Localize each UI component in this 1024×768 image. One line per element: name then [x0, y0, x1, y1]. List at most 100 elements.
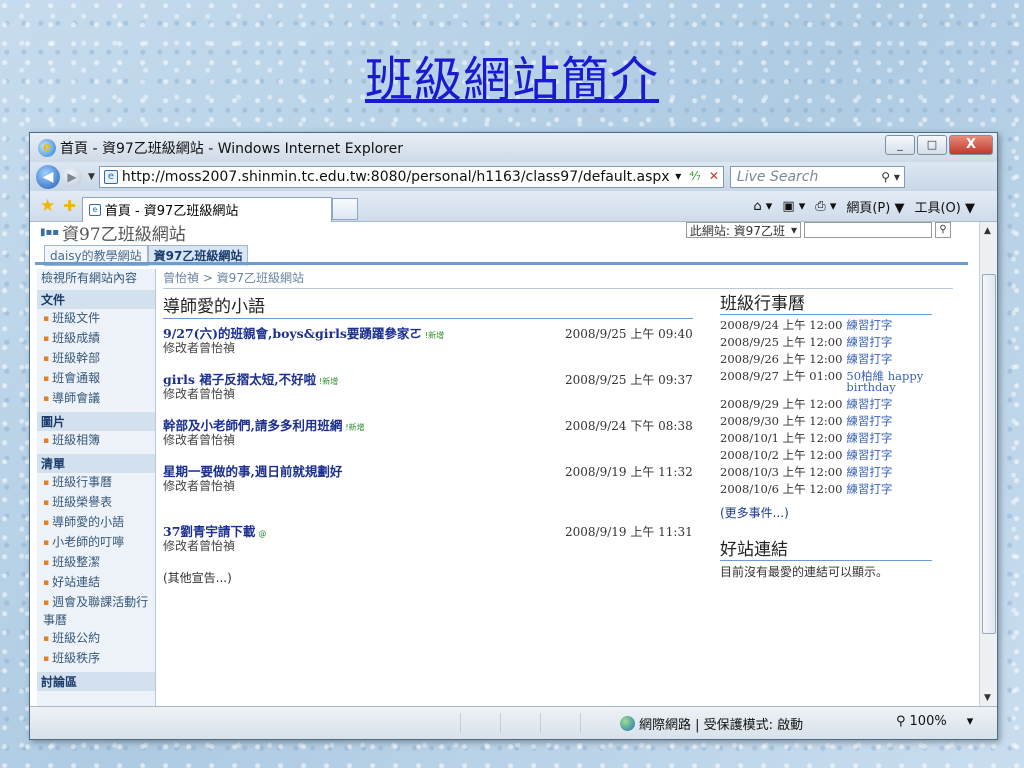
- announcement-item: 37劉青宇請下載 @ 修改者曾怡禎 2008/9/19 上午 11:31: [163, 521, 703, 563]
- status-divider: [460, 713, 461, 733]
- favorites-star-icon[interactable]: ★: [40, 196, 55, 216]
- announcement-modified: 修改者曾怡禎: [163, 387, 236, 401]
- nav-item[interactable]: 班級相簿: [37, 431, 155, 451]
- home-icon[interactable]: ⌂ ▾: [753, 199, 772, 214]
- event-name[interactable]: 練習打字: [846, 396, 892, 413]
- event-name[interactable]: 練習打字: [846, 351, 892, 368]
- nav-item[interactable]: 導師會議: [37, 389, 155, 409]
- security-zone[interactable]: 網際網路 | 受保護模式: 啟動: [620, 714, 803, 733]
- announcement-title[interactable]: 9/27(六)的班親會,boys&girls要踴躍參家ㄛ: [163, 326, 422, 341]
- nav-header-pics[interactable]: 圖片: [37, 412, 155, 431]
- add-favorites-icon[interactable]: ✚: [63, 197, 76, 215]
- announcement-modified: 修改者曾怡禎: [163, 539, 236, 553]
- event-name[interactable]: 練習打字: [846, 464, 892, 481]
- stop-icon[interactable]: ✕: [709, 169, 719, 183]
- history-dropdown-icon[interactable]: ▼: [88, 172, 95, 182]
- nav-header-discussion[interactable]: 討論區: [37, 672, 155, 691]
- live-search-input[interactable]: Live Search ⚲ ▾: [729, 165, 905, 188]
- calendar-event: 2008/9/26 上午 12:00 練習打字: [720, 351, 955, 368]
- event-name[interactable]: 練習打字: [846, 334, 892, 351]
- announcement-date: 2008/9/19 上午 11:32: [565, 465, 693, 479]
- announcement-item: 星期一要做的事,週日前就規劃好 修改者曾怡禎 2008/9/19 上午 11:3…: [163, 461, 703, 517]
- event-name[interactable]: 練習打字: [846, 447, 892, 464]
- announcement-title[interactable]: girls 裙子反摺太短,不好啦: [163, 372, 316, 387]
- page-menu[interactable]: 網頁(P) ▼: [846, 197, 904, 216]
- event-date: 2008/10/2 上午 12:00: [720, 448, 843, 462]
- event-name[interactable]: 練習打字: [846, 413, 892, 430]
- announcement-title[interactable]: 幹部及小老師們,請多多利用班網: [163, 418, 342, 433]
- forward-button[interactable]: ▶: [62, 166, 82, 187]
- nav-item[interactable]: 小老師的叮嚀: [37, 533, 155, 553]
- event-name[interactable]: 練習打字: [846, 430, 892, 447]
- announcements-title[interactable]: 導師愛的小語: [163, 292, 693, 319]
- event-date: 2008/9/29 上午 12:00: [720, 397, 843, 411]
- nav-item[interactable]: 班級文件: [37, 309, 155, 329]
- url-dropdown-icon[interactable]: ▾: [675, 169, 681, 183]
- nav-item[interactable]: 好站連結: [37, 573, 155, 593]
- nav-item[interactable]: 班級整潔: [37, 553, 155, 573]
- links-title[interactable]: 好站連結: [720, 535, 932, 561]
- top-divider: [35, 262, 968, 265]
- nav-item[interactable]: 班會通報: [37, 369, 155, 389]
- tab-home[interactable]: e 首頁 - 資97乙班級網站: [81, 196, 332, 222]
- back-button[interactable]: ◀: [36, 164, 60, 189]
- print-icon[interactable]: ⎙ ▾: [815, 199, 836, 214]
- event-date: 2008/9/27 上午 01:00: [720, 369, 843, 383]
- nav-item[interactable]: 班級榮譽表: [37, 493, 155, 513]
- minimize-button[interactable]: _: [885, 135, 915, 155]
- nav-header-lists[interactable]: 清單: [37, 454, 155, 473]
- announcement-date: 2008/9/25 上午 09:40: [565, 327, 693, 341]
- maximize-button[interactable]: □: [917, 135, 947, 155]
- event-date: 2008/10/6 上午 12:00: [720, 482, 843, 496]
- scroll-down-icon[interactable]: ▼: [984, 693, 991, 703]
- site-search-input[interactable]: [804, 222, 932, 238]
- event-date: 2008/9/30 上午 12:00: [720, 414, 843, 428]
- calendar-title[interactable]: 班級行事曆: [720, 289, 932, 315]
- nav-item[interactable]: 班級幹部: [37, 349, 155, 369]
- nav-item[interactable]: 班級行事曆: [37, 473, 155, 493]
- search-go-icon[interactable]: ⚲: [935, 222, 951, 238]
- calendar-event: 2008/10/3 上午 12:00 練習打字: [720, 464, 955, 481]
- event-name[interactable]: 50柏維 happy birthday: [846, 368, 926, 396]
- attachment-icon: @: [258, 529, 267, 538]
- announcement-date: 2008/9/19 上午 11:31: [565, 525, 693, 539]
- view-all-link[interactable]: 檢視所有網站內容: [37, 269, 155, 287]
- scroll-up-icon[interactable]: ▲: [984, 226, 991, 236]
- search-icon[interactable]: ⚲ ▾: [881, 170, 900, 184]
- nav-item[interactable]: 週會及聯課活動行事曆: [37, 593, 155, 629]
- vertical-scrollbar[interactable]: ▲ ▼: [979, 222, 997, 707]
- main-column: 曾怡禎 > 資97乙班級網站 導師愛的小語 9/27(六)的班親會,boys&g…: [163, 269, 953, 707]
- refresh-icon[interactable]: ⁴⁄₇: [689, 169, 701, 183]
- announcement-item: girls 裙子反摺太短,不好啦 !新增 修改者曾怡禎 2008/9/25 上午 …: [163, 369, 703, 411]
- calendar-event: 2008/10/6 上午 12:00 練習打字: [720, 481, 955, 498]
- status-bar: 網際網路 | 受保護模式: 啟動 ⚲ 100% ▾: [30, 706, 997, 739]
- nav-item[interactable]: 班級成績: [37, 329, 155, 349]
- announcement-modified: 修改者曾怡禎: [163, 479, 236, 493]
- close-button[interactable]: X: [949, 135, 993, 155]
- announcement-title[interactable]: 37劉青宇請下載: [163, 524, 255, 539]
- status-divider: [540, 713, 541, 733]
- search-scope-select[interactable]: 此網站: 資97乙班 ▾: [685, 222, 801, 238]
- scroll-thumb[interactable]: [982, 274, 996, 634]
- calendar-event: 2008/10/1 上午 12:00 練習打字: [720, 430, 955, 447]
- zoom-level: 100%: [909, 714, 947, 729]
- feeds-icon[interactable]: ▣ ▾: [782, 199, 805, 214]
- zoom-control[interactable]: ⚲ 100% ▾: [896, 714, 973, 729]
- nav-header-docs[interactable]: 文件: [37, 290, 155, 309]
- status-divider: [500, 713, 501, 733]
- nav-item[interactable]: 班級秩序: [37, 649, 155, 669]
- event-name[interactable]: 練習打字: [846, 481, 892, 498]
- chevron-down-icon[interactable]: ▾: [967, 714, 974, 729]
- more-announcements-link[interactable]: (其他宣告...): [163, 569, 703, 586]
- nav-item[interactable]: 導師愛的小語: [37, 513, 155, 533]
- calendar-event: 2008/9/27 上午 01:00 50柏維 happy birthday: [720, 368, 955, 396]
- tools-menu[interactable]: 工具(O) ▼: [914, 197, 975, 216]
- event-name[interactable]: 練習打字: [846, 317, 892, 334]
- breadcrumb[interactable]: 曾怡禎 > 資97乙班級網站: [163, 269, 703, 286]
- tab-bar: ★ ✚ e 首頁 - 資97乙班級網站 ⌂ ▾ ▣ ▾ ⎙ ▾ 網頁(P) ▼ …: [30, 191, 997, 222]
- new-tab-button[interactable]: [331, 198, 358, 220]
- announcement-title[interactable]: 星期一要做的事,週日前就規劃好: [163, 464, 342, 479]
- url-field[interactable]: e http://moss2007.shinmin.tc.edu.tw:8080…: [98, 165, 724, 188]
- nav-item[interactable]: 班級公約: [37, 629, 155, 649]
- more-events-link[interactable]: (更多事件...): [720, 504, 955, 521]
